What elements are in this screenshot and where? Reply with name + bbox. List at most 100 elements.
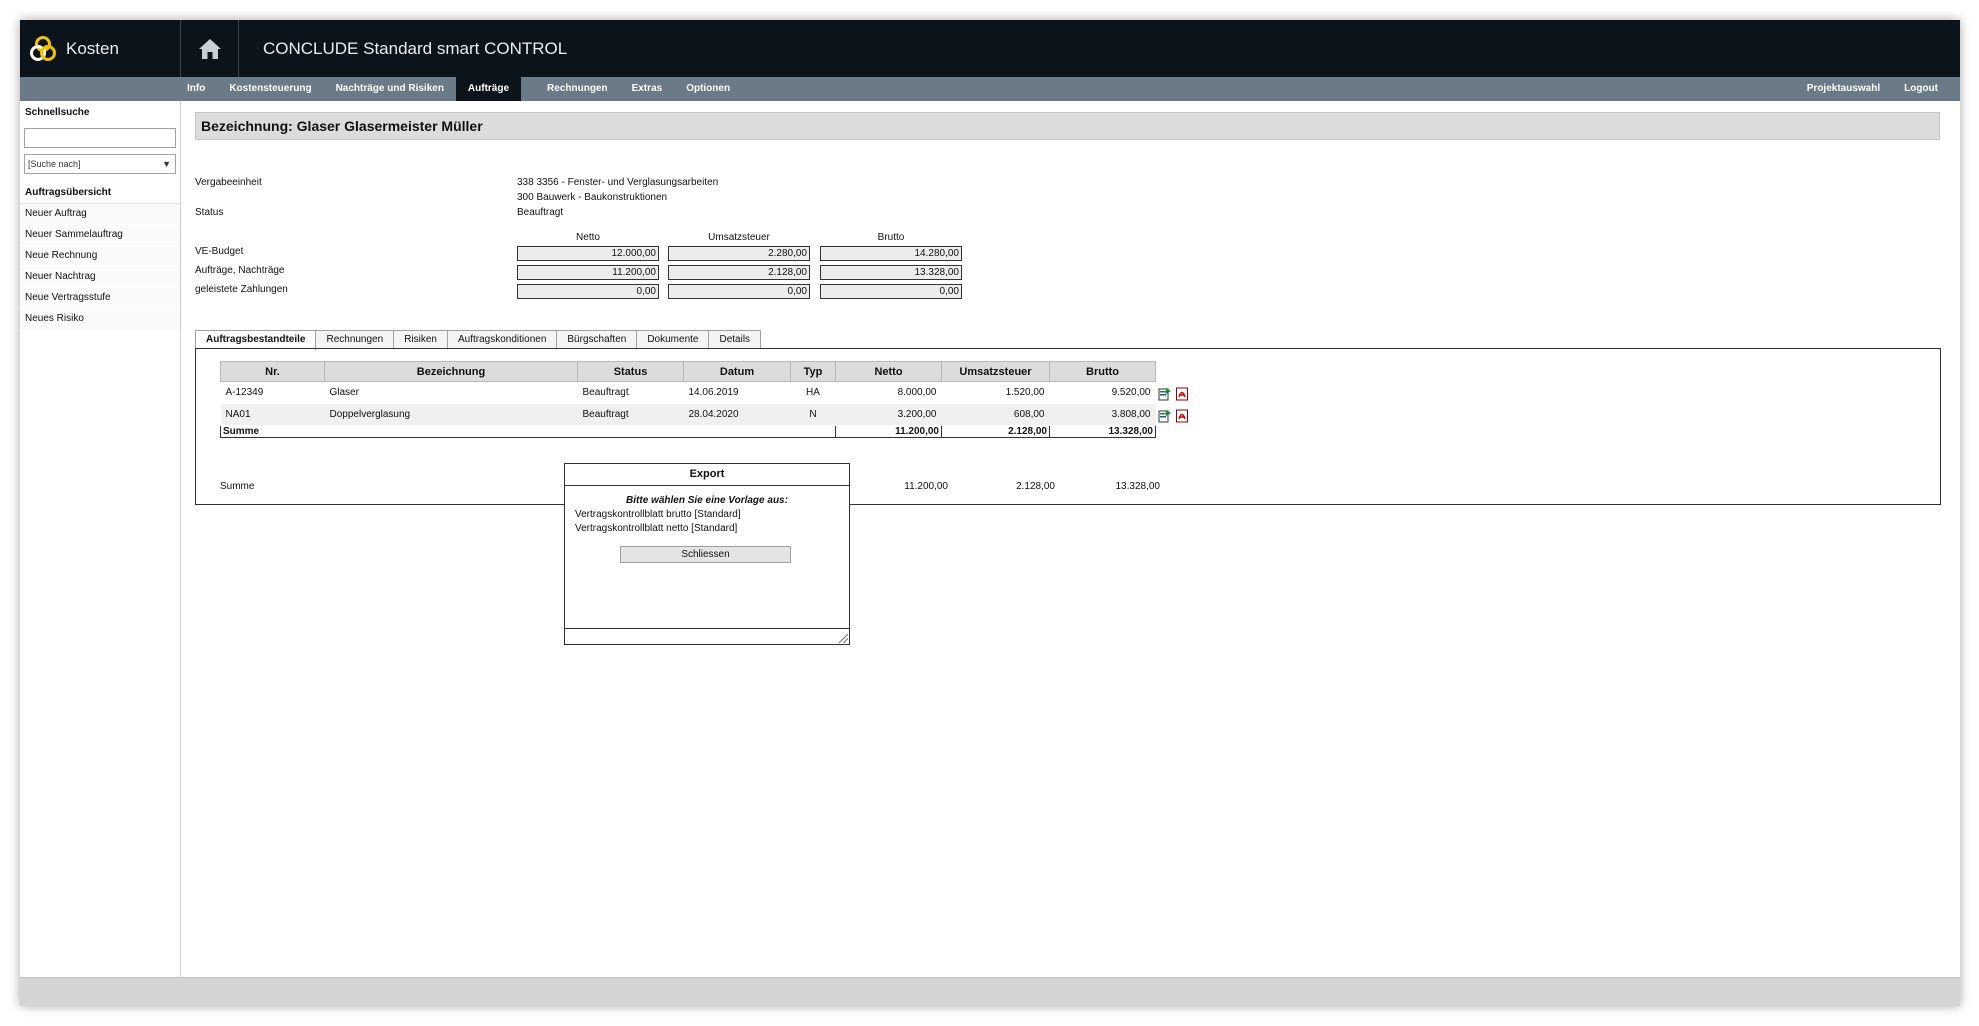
th-ust[interactable]: Umsatzsteuer [941,361,1050,382]
quicksearch-input[interactable] [24,128,176,148]
search-by-select[interactable]: [Suche nach] ▼ [24,154,176,174]
th-nr[interactable]: Nr. [220,361,325,382]
cell-nr: NA01 [220,403,325,426]
table-row[interactable]: A-12349 Glaser Beauftragt 14.06.2019 HA … [220,381,1156,404]
menu-optionen[interactable]: Optionen [674,77,742,101]
budget-brutto: 14.280,00 [820,246,962,261]
tab-buergschaften[interactable]: Bürgschaften [556,330,638,349]
sidebar-item-neuer-sammelauftrag[interactable]: Neuer Sammelauftrag [20,225,180,246]
quicksearch-label: Schnellsuche [25,107,90,118]
total-brutto: 13.328,00 [1115,481,1161,492]
resize-grip-icon[interactable] [839,634,848,643]
dialog-footer [565,628,849,644]
brand[interactable]: Kosten [20,20,181,77]
menu-logout[interactable]: Logout [1892,77,1950,101]
app-window: Kosten CONCLUDE Standard smart CONTROL I… [20,20,1960,1006]
zahlungen-netto: 0,00 [517,284,659,299]
tab-risiken[interactable]: Risiken [393,330,448,349]
status-label: Status [195,207,224,218]
menu-nachtraege-risiken[interactable]: Nachträge und Risiken [324,77,456,101]
col-head-netto: Netto [576,232,600,243]
search-by-value: [Suche nach] [28,159,81,169]
vergabe-line2: 300 Bauwerk - Baukonstruktionen [517,192,668,203]
sidebar-item-neue-rechnung[interactable]: Neue Rechnung [20,246,180,267]
col-head-ust: Umsatzsteuer [708,232,770,243]
sidebar-item-auftragsuebersicht[interactable]: Auftragsübersicht [20,182,180,204]
cell-brutto: 3.808,00 [1049,403,1156,426]
cell-bezeichnung: Glaser [324,381,578,404]
col-head-brutto: Brutto [877,232,905,243]
auftraege-brutto: 13.328,00 [820,265,962,280]
cell-datum: 28.04.2020 [683,403,791,426]
sidebar-item-neues-risiko[interactable]: Neues Risiko [20,309,180,330]
home-icon [198,38,221,59]
tab-auftragskonditionen[interactable]: Auftragskonditionen [446,330,558,349]
th-netto[interactable]: Netto [835,361,942,382]
sidebar-item-neue-vertragsstufe[interactable]: Neue Vertragsstufe [20,288,180,309]
pdf-icon[interactable] [1175,387,1189,401]
sum-ust: 2.128,00 [941,425,1050,438]
template-option-brutto[interactable]: Vertragskontrollblatt brutto [Standard] [565,509,849,520]
cell-ust: 608,00 [941,403,1050,426]
order-items-table: Nr. Bezeichnung Status Datum Typ Netto U… [220,361,1156,438]
export-icon[interactable] [1158,387,1172,401]
th-datum[interactable]: Datum [683,361,791,382]
dropdown-arrow-icon: ▼ [162,159,171,169]
menu-rechnungen[interactable]: Rechnungen [521,77,620,101]
menu-kostensteuerung[interactable]: Kostensteuerung [217,77,323,101]
menu-projektauswahl[interactable]: Projektauswahl [1795,77,1892,101]
logo-icon [30,35,56,61]
sidebar: Schnellsuche [Suche nach] ▼ Auftragsüber… [20,101,181,977]
cell-status: Beauftragt [577,381,684,404]
table-row[interactable]: NA01 Doppelverglasung Beauftragt 28.04.2… [220,403,1156,426]
export-icon[interactable] [1158,409,1172,423]
zahlungen-label: geleistete Zahlungen [195,284,288,295]
cell-brutto: 9.520,00 [1049,381,1156,404]
cell-netto: 8.000,00 [835,381,942,404]
export-dialog: Export Bitte wählen Sie eine Vorlage aus… [564,463,850,645]
close-button[interactable]: Schliessen [620,546,791,563]
zahlungen-ust: 0,00 [668,284,810,299]
cell-typ: N [790,403,836,426]
sidebar-item-neuer-nachtrag[interactable]: Neuer Nachtrag [20,267,180,288]
vergabe-label: Vergabeeinheit [195,177,262,188]
auftraege-ust: 2.128,00 [668,265,810,280]
bottom-bar [20,977,1960,1006]
main-content: Bezeichnung: Glaser Glasermeister Müller… [181,101,1960,977]
budget-ust: 2.280,00 [668,246,810,261]
table-sum-row: Summe 11.200,00 2.128,00 13.328,00 [220,425,1156,438]
tab-bar: Auftragsbestandteile Rechnungen Risiken … [195,330,762,350]
app-name: Kosten [66,38,119,58]
vergabe-line1: 338 3356 - Fenster- und Verglasungsarbei… [517,177,719,188]
row-actions [1158,409,1189,423]
top-bar: Kosten CONCLUDE Standard smart CONTROL [20,20,1960,77]
th-status[interactable]: Status [577,361,684,382]
menu-info[interactable]: Info [181,77,217,101]
auftraege-netto: 11.200,00 [517,265,659,280]
menu-bar: Info Kostensteuerung Nachträge und Risik… [20,77,1960,101]
tab-details[interactable]: Details [708,330,762,349]
cell-datum: 14.06.2019 [683,381,791,404]
menu-auftraege[interactable]: Aufträge [455,77,522,101]
menu-extras[interactable]: Extras [620,77,675,101]
sum-netto: 11.200,00 [835,425,942,438]
home-button[interactable] [181,20,239,77]
sidebar-item-neuer-auftrag[interactable]: Neuer Auftrag [20,204,180,225]
template-option-netto[interactable]: Vertragskontrollblatt netto [Standard] [565,523,849,534]
tab-panel: Nr. Bezeichnung Status Datum Typ Netto U… [195,348,1941,505]
page-title: CONCLUDE Standard smart CONTROL [263,39,568,58]
sum-label: Summe [220,425,836,438]
th-bezeichnung[interactable]: Bezeichnung [324,361,578,382]
th-typ[interactable]: Typ [790,361,836,382]
budget-label: VE-Budget [195,246,244,257]
sidebar-list: Auftragsübersicht Neuer Auftrag Neuer Sa… [20,182,180,330]
auftraege-label: Aufträge, Nachträge [195,265,285,276]
total-netto: 11.200,00 [904,481,948,492]
tab-dokumente[interactable]: Dokumente [636,330,710,349]
dialog-title: Export [565,464,849,486]
row-actions [1158,387,1189,401]
pdf-icon[interactable] [1175,409,1189,423]
th-brutto[interactable]: Brutto [1049,361,1156,382]
tab-auftragsbestandteile[interactable]: Auftragsbestandteile [195,330,317,350]
tab-rechnungen[interactable]: Rechnungen [315,330,395,349]
